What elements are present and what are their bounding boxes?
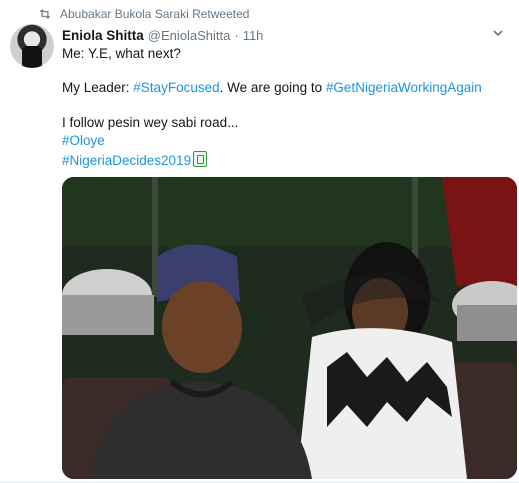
hashtag-link[interactable]: #NigeriaDecides2019 [62, 153, 191, 168]
tweet[interactable]: Abubakar Bukola Saraki Retweeted Eniola … [0, 0, 519, 483]
tweet-header: Eniola Shitta @EniolaShitta · 11h [62, 26, 509, 44]
tweet-text-line-4: #Oloye [62, 133, 105, 148]
hashtag-link[interactable]: #Oloye [62, 133, 105, 148]
tweet-text-line-5: #NigeriaDecides2019 [62, 151, 208, 168]
timestamp[interactable]: 11h [243, 28, 264, 43]
text-fragment: My Leader: [62, 80, 134, 95]
tweet-text-line-3: I follow pesin wey sabi road... [62, 115, 238, 130]
chevron-down-icon[interactable] [491, 26, 505, 40]
tweet-text-line-2: My Leader: #StayFocused. We are going to… [62, 80, 482, 95]
text-fragment: I follow pesin wey sabi road... [62, 115, 239, 130]
photo-content [62, 177, 517, 479]
author-handle[interactable]: @EniolaShitta [148, 28, 231, 43]
separator-dot: · [234, 27, 239, 43]
tweet-photo[interactable] [62, 177, 517, 479]
retweet-indicator: Abubakar Bukola Saraki Retweeted [38, 6, 249, 22]
text-fragment: Me: Y.E, what next? [62, 46, 181, 61]
hashtag-link[interactable]: #StayFocused [133, 80, 219, 95]
nigeria-decides-emoji-icon [193, 151, 208, 167]
text-fragment: . We are going to [219, 80, 326, 95]
author-name[interactable]: Eniola Shitta [62, 28, 144, 43]
retweet-icon [39, 9, 51, 19]
retweet-text[interactable]: Abubakar Bukola Saraki Retweeted [60, 7, 249, 21]
avatar[interactable] [10, 24, 54, 68]
tweet-text-line-1: Me: Y.E, what next? [62, 46, 181, 61]
hashtag-link[interactable]: #GetNigeriaWorkingAgain [326, 80, 482, 95]
